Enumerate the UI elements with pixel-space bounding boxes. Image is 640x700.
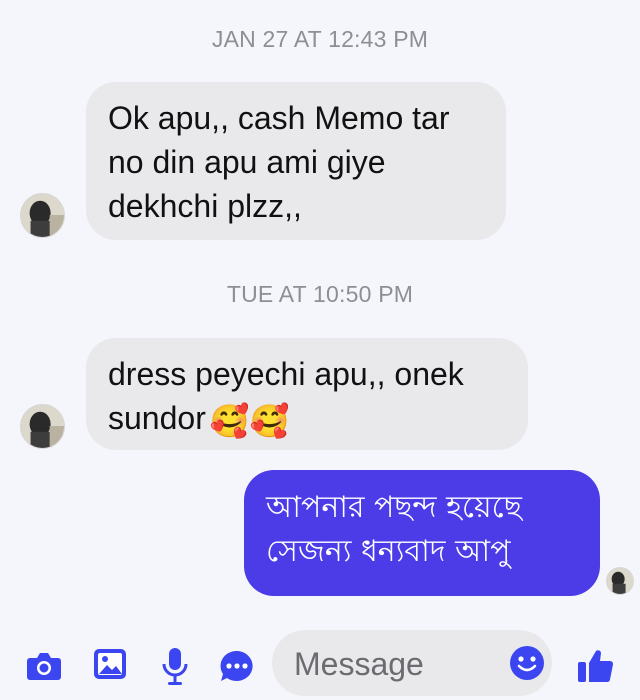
- avatar-photo: [21, 405, 64, 448]
- message-line: no din apu ami giye: [108, 144, 386, 180]
- timestamp-tue: TUE AT 10:50 PM: [226, 281, 414, 307]
- message-bubble-outgoing[interactable]: আপনার পছন্দ হয়েছে সেজন্য ধন্যবাদ আপু: [244, 470, 600, 596]
- more-icon[interactable]: [218, 648, 256, 686]
- message-line: সেজন্য ধন্যবাদ আপু: [266, 534, 511, 569]
- message-line: dress peyechi apu,, onek: [108, 356, 464, 392]
- composer-bar: Message: [0, 620, 640, 700]
- message-input[interactable]: Message: [272, 630, 552, 696]
- message-line: sundor 🥰🥰: [108, 396, 504, 443]
- message-bubble-incoming[interactable]: dress peyechi apu,, onek sundor 🥰🥰: [86, 338, 528, 450]
- microphone-icon[interactable]: [158, 646, 192, 686]
- photo-icon[interactable]: [92, 646, 128, 682]
- message-text: sundor: [108, 400, 206, 436]
- seen-avatar: [606, 567, 634, 595]
- message-placeholder: Message: [294, 646, 424, 682]
- message-bubble-incoming[interactable]: Ok apu,, cash Memo tar no din apu ami gi…: [86, 82, 506, 240]
- message-line: Ok apu,, cash Memo tar: [108, 100, 450, 136]
- message-line: আপনার পছন্দ হয়েছে: [266, 490, 522, 525]
- thumbs-up-icon[interactable]: [576, 644, 616, 686]
- timestamp-jan-27: JAN 27 AT 12:43 PM: [211, 26, 429, 52]
- contact-avatar[interactable]: [20, 193, 65, 238]
- smiling-face-with-hearts-emoji: 🥰🥰: [209, 402, 290, 439]
- avatar-photo: [21, 194, 64, 237]
- emoji-icon[interactable]: [508, 644, 546, 682]
- message-line: dekhchi plzz,,: [108, 188, 302, 224]
- contact-avatar[interactable]: [20, 404, 65, 449]
- camera-icon[interactable]: [26, 648, 62, 684]
- avatar-photo: [607, 568, 633, 594]
